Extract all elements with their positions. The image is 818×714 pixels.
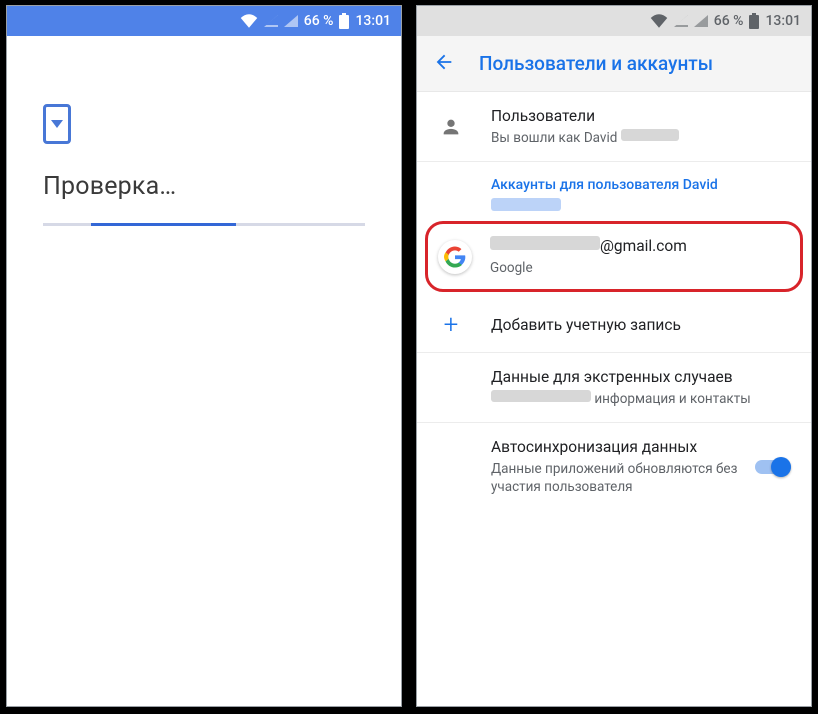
plus-icon: +: [435, 312, 467, 338]
settings-list: Пользователи Вы вошли как David xxxxx Ак…: [417, 92, 811, 706]
battery-icon: [749, 13, 759, 29]
battery-percent: 66 %: [304, 13, 334, 29]
users-subtitle: Вы вошли как David xxxxx: [491, 129, 793, 147]
appbar-title: Пользователи и аккаунты: [479, 52, 713, 75]
app-bar: Пользователи и аккаунты: [417, 36, 811, 92]
status-bar: 66 % 13:01: [7, 6, 401, 36]
battery-icon: [339, 13, 349, 29]
emergency-subtitle: xxxxxxx информация и контакты: [491, 390, 793, 408]
google-logo-icon: [438, 240, 472, 274]
wifi-icon: [650, 14, 668, 28]
users-title: Пользователи: [491, 106, 793, 127]
phone-download-icon: [43, 104, 71, 144]
signal-empty-icon: [674, 15, 688, 27]
battery-percent: 66 %: [714, 13, 744, 29]
highlighted-account: xxxxxxxxx@gmail.com Google: [425, 221, 803, 292]
row-autosync[interactable]: Автосинхронизация данных Данные приложен…: [417, 423, 811, 510]
phone-screen-right: 66 % 13:01 Пользователи и аккаунты Польз…: [416, 5, 812, 707]
signal-partial-icon: [694, 15, 708, 27]
clock: 13:01: [765, 13, 801, 29]
status-bar: 66 % 13:01: [417, 6, 811, 36]
row-add-account[interactable]: + Добавить учетную запись: [417, 298, 811, 353]
back-button[interactable]: [433, 51, 455, 77]
row-emergency[interactable]: Данные для экстренных случаев xxxxxxx ин…: [417, 353, 811, 423]
autosync-subtitle: Данные приложений обновляются без участи…: [491, 460, 741, 496]
progress-indeterminate: [43, 223, 365, 226]
checking-title: Проверка…: [43, 172, 365, 201]
emergency-title: Данные для экстренных случаев: [491, 367, 793, 388]
add-account-label: Добавить учетную запись: [491, 315, 793, 336]
wifi-icon: [240, 14, 258, 28]
autosync-toggle[interactable]: [755, 457, 791, 477]
setup-body: Проверка…: [7, 36, 401, 226]
autosync-title: Автосинхронизация данных: [491, 437, 741, 458]
clock: 13:01: [355, 13, 391, 29]
row-google-account[interactable]: xxxxxxxxx@gmail.com Google: [428, 224, 800, 289]
section-accounts-header: Аккаунты для пользователя David: [417, 162, 811, 215]
person-icon: [435, 116, 467, 138]
phone-screen-left: 66 % 13:01 Проверка…: [6, 5, 402, 707]
account-email: xxxxxxxxx@gmail.com: [490, 236, 790, 257]
account-provider: Google: [490, 259, 790, 277]
signal-partial-icon: [284, 15, 298, 27]
signal-empty-icon: [264, 15, 278, 27]
row-users[interactable]: Пользователи Вы вошли как David xxxxx: [417, 92, 811, 162]
